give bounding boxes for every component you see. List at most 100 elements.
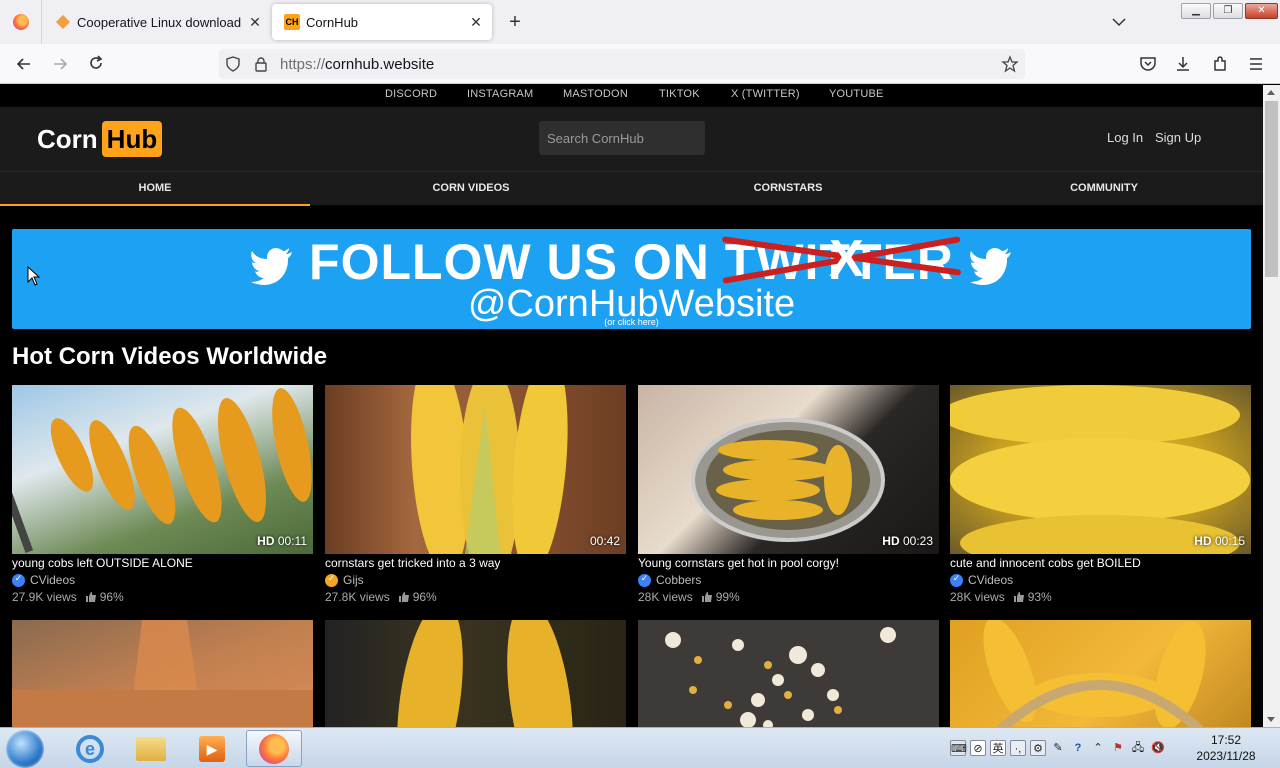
bookmark-star-icon[interactable] — [1001, 55, 1019, 73]
page-scrollbar[interactable] — [1263, 85, 1280, 727]
lock-icon[interactable] — [253, 56, 269, 72]
video-card[interactable]: HD 00:23 Young cornstars get hot in pool… — [638, 385, 939, 604]
video-title[interactable]: Young cornstars get hot in pool corgy! — [638, 556, 939, 570]
volume-muted-icon[interactable]: 🔇 — [1150, 740, 1166, 756]
video-thumbnail[interactable] — [12, 620, 313, 727]
url-text[interactable]: https://cornhub.website — [280, 56, 434, 73]
no-entry-icon[interactable]: ⊘ — [970, 740, 986, 756]
ime-language-icon[interactable]: 英 — [990, 740, 1006, 756]
video-title[interactable]: young cobs left OUTSIDE ALONE — [12, 556, 313, 570]
site-logo[interactable]: Corn Hub — [37, 121, 163, 157]
video-title[interactable]: cute and innocent cobs get BOILED — [950, 556, 1251, 570]
thumbs-up-icon — [85, 592, 96, 602]
help-icon[interactable]: ? — [1070, 740, 1086, 756]
video-thumbnail[interactable] — [638, 620, 939, 727]
nav-cornstars[interactable]: CORNSTARS — [633, 172, 943, 206]
pocket-icon[interactable] — [1138, 54, 1158, 74]
address-bar[interactable]: https://cornhub.website — [219, 49, 1025, 79]
web-page: DISCORD INSTAGRAM MASTODON TIKTOK X (TWI… — [0, 85, 1263, 727]
taskbar-explorer[interactable] — [123, 730, 179, 767]
minimize-window-button[interactable]: ▁ — [1181, 3, 1211, 19]
banner-click-hint[interactable]: (or click here) — [12, 317, 1251, 327]
scroll-down-arrow-icon[interactable] — [1267, 717, 1275, 722]
network-icon[interactable]: 🖧 — [1130, 740, 1146, 756]
video-thumbnail[interactable]: HD 00:15 — [950, 385, 1251, 554]
video-thumbnail[interactable]: 00:42 — [325, 385, 626, 554]
taskbar-media-player[interactable]: ▶ — [184, 730, 240, 767]
video-thumbnail[interactable] — [950, 620, 1251, 727]
nav-home[interactable]: HOME — [0, 172, 310, 206]
close-tab-icon[interactable]: ✕ — [468, 14, 484, 30]
tray-expand-icon[interactable]: ⌃ — [1090, 740, 1106, 756]
social-link-discord[interactable]: DISCORD — [385, 88, 437, 100]
start-button[interactable] — [6, 730, 44, 768]
scrollbar-thumb[interactable] — [1265, 101, 1278, 277]
social-link-x-twitter[interactable]: X (TWITTER) — [731, 88, 800, 100]
video-channel[interactable]: CVideos — [950, 573, 1251, 587]
verified-badge-icon — [12, 573, 25, 587]
social-link-mastodon[interactable]: MASTODON — [563, 88, 628, 100]
taskbar-firefox[interactable] — [246, 730, 302, 767]
boiled-corn-closeup-image — [950, 385, 1250, 554]
ime-tool-icon[interactable]: ⚙ — [1030, 740, 1046, 756]
punctuation-icon[interactable]: ·, — [1010, 740, 1026, 756]
video-thumbnail[interactable]: HD 00:11 — [12, 385, 313, 554]
signup-link[interactable]: Sign Up — [1155, 130, 1201, 145]
forward-arrow-icon[interactable] — [50, 54, 70, 74]
scroll-up-arrow-icon[interactable] — [1267, 90, 1275, 95]
action-center-icon[interactable]: ⚑ — [1110, 740, 1126, 756]
nav-corn-videos[interactable]: CORN VIDEOS — [316, 172, 626, 206]
list-tabs-chevron-down-icon[interactable] — [1110, 14, 1128, 30]
video-card[interactable]: HD 00:15 cute and innocent cobs get BOIL… — [950, 385, 1251, 604]
hamburger-menu-icon[interactable] — [1246, 54, 1266, 74]
video-channel[interactable]: CVideos — [12, 573, 313, 587]
video-title[interactable]: cornstars get tricked into a 3 way — [325, 556, 626, 570]
follow-banner[interactable]: FOLLOW US ON TWITTER X @CornHubWebsite (… — [12, 229, 1251, 329]
clock-time: 17:52 — [1210, 733, 1242, 747]
folder-icon — [136, 736, 166, 761]
social-link-youtube[interactable]: YOUTUBE — [829, 88, 884, 100]
mouse-cursor-icon — [27, 266, 40, 286]
social-link-tiktok[interactable]: TIKTOK — [659, 88, 700, 100]
video-card[interactable] — [325, 620, 626, 727]
video-channel[interactable]: Gijs — [325, 573, 626, 587]
tab-cornhub[interactable]: CH CornHub ✕ — [272, 4, 492, 40]
grilled-corn-image — [397, 620, 573, 727]
shield-tracking-protection-icon[interactable] — [225, 56, 241, 72]
system-clock[interactable]: 17:52 2023/11/28 — [1190, 732, 1262, 764]
close-tab-icon[interactable]: ✕ — [247, 14, 263, 30]
taskbar-internet-explorer[interactable]: e — [62, 730, 118, 767]
nav-community[interactable]: COMMUNITY — [949, 172, 1259, 206]
system-tray: ⌨ ⊘ 英 ·, ⚙ ✎ ? ⌃ ⚑ 🖧 🔇 — [950, 736, 1166, 760]
video-duration: HD 00:15 — [1194, 534, 1245, 548]
extensions-icon[interactable] — [1210, 54, 1230, 74]
corn-basket-image — [983, 620, 1206, 727]
video-card[interactable]: 00:42 cornstars get tricked into a 3 way… — [325, 385, 626, 604]
tab-cooperative-linux[interactable]: Cooperative Linux download ✕ — [43, 0, 271, 44]
video-card[interactable] — [638, 620, 939, 727]
firefox-view-button[interactable] — [0, 0, 42, 44]
search-input[interactable] — [539, 121, 705, 155]
video-card[interactable] — [950, 620, 1251, 727]
video-card[interactable] — [12, 620, 313, 727]
video-thumbnail[interactable] — [325, 620, 626, 727]
social-link-instagram[interactable]: INSTAGRAM — [467, 88, 533, 100]
new-tab-plus-icon[interactable]: + — [505, 12, 525, 32]
video-channel[interactable]: Cobbers — [638, 573, 939, 587]
thumbs-up-icon — [701, 592, 712, 602]
rating-percent: 93% — [1027, 590, 1052, 604]
restore-window-button[interactable]: ❐ — [1213, 3, 1243, 19]
video-card[interactable]: HD 00:11 young cobs left OUTSIDE ALONE C… — [12, 385, 313, 604]
login-link[interactable]: Log In — [1107, 130, 1143, 145]
cornhub-favicon-icon: CH — [284, 14, 300, 30]
back-arrow-icon[interactable] — [14, 54, 34, 74]
navigation-toolbar: https://cornhub.website — [0, 44, 1280, 84]
reload-icon[interactable] — [86, 54, 106, 74]
downloads-icon[interactable] — [1173, 54, 1193, 74]
ime-edit-icon[interactable]: ✎ — [1050, 740, 1066, 756]
close-window-button[interactable]: ✕ — [1245, 3, 1278, 19]
keyboard-icon[interactable]: ⌨ — [950, 740, 967, 756]
url-host: cornhub.website — [325, 56, 435, 73]
video-thumbnail[interactable]: HD 00:23 — [638, 385, 939, 554]
verified-badge-icon — [950, 573, 963, 587]
